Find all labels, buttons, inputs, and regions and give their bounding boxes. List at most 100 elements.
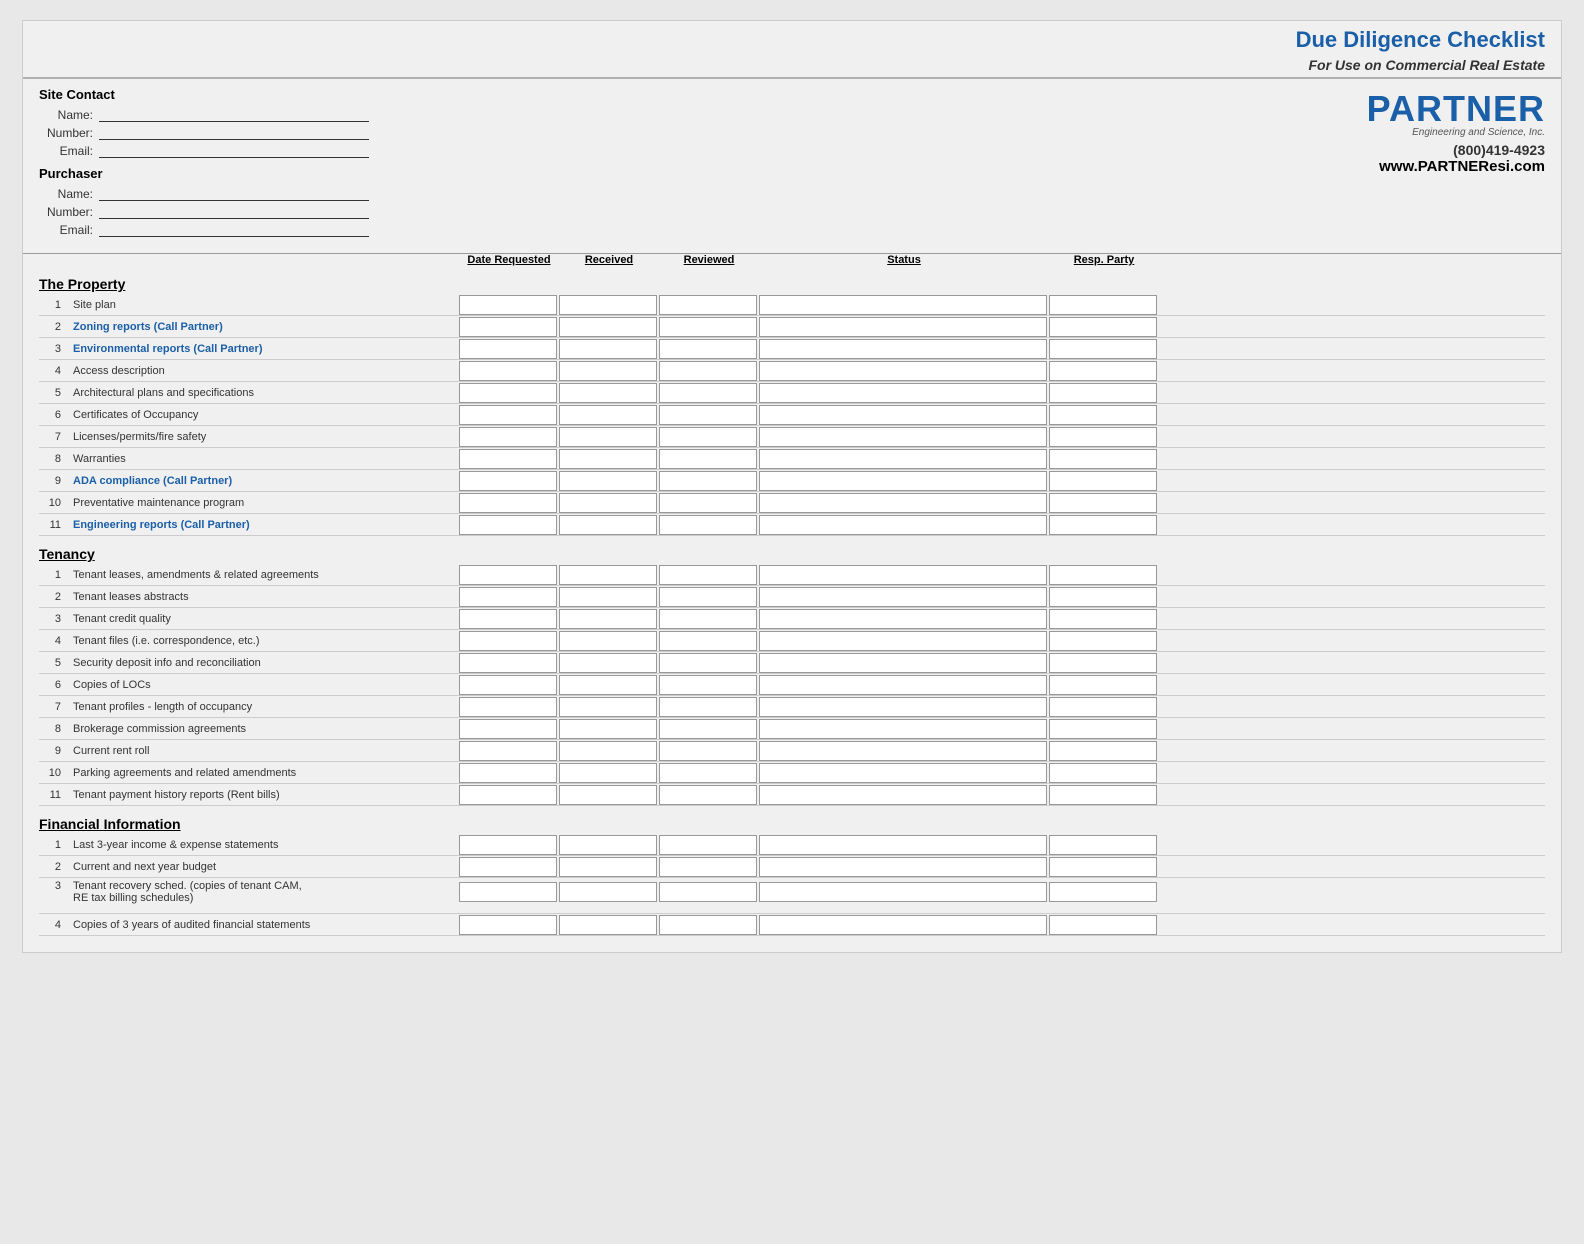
cell-status[interactable] xyxy=(759,427,1047,447)
cell-received[interactable] xyxy=(559,471,657,491)
cell-reviewed[interactable] xyxy=(659,587,757,607)
cell-resp-party[interactable] xyxy=(1049,361,1157,381)
cell-received[interactable] xyxy=(559,295,657,315)
cell-received[interactable] xyxy=(559,609,657,629)
cell-received[interactable] xyxy=(559,493,657,513)
site-name-input[interactable] xyxy=(99,106,369,122)
cell-status[interactable] xyxy=(759,383,1047,403)
cell-date-requested[interactable] xyxy=(459,515,557,535)
cell-reviewed[interactable] xyxy=(659,515,757,535)
cell-reviewed[interactable] xyxy=(659,317,757,337)
cell-reviewed[interactable] xyxy=(659,609,757,629)
cell-received[interactable] xyxy=(559,339,657,359)
cell-date-requested[interactable] xyxy=(459,857,557,877)
cell-resp-party[interactable] xyxy=(1049,719,1157,739)
cell-reviewed[interactable] xyxy=(659,427,757,447)
cell-reviewed[interactable] xyxy=(659,653,757,673)
cell-date-requested[interactable] xyxy=(459,609,557,629)
cell-resp-party[interactable] xyxy=(1049,915,1157,935)
cell-received[interactable] xyxy=(559,361,657,381)
cell-received[interactable] xyxy=(559,427,657,447)
cell-received[interactable] xyxy=(559,763,657,783)
cell-status[interactable] xyxy=(759,653,1047,673)
cell-status[interactable] xyxy=(759,295,1047,315)
cell-status[interactable] xyxy=(759,835,1047,855)
cell-resp-party[interactable] xyxy=(1049,471,1157,491)
cell-received[interactable] xyxy=(559,857,657,877)
cell-date-requested[interactable] xyxy=(459,295,557,315)
cell-status[interactable] xyxy=(759,471,1047,491)
cell-resp-party[interactable] xyxy=(1049,631,1157,651)
cell-status[interactable] xyxy=(759,857,1047,877)
cell-received[interactable] xyxy=(559,882,657,902)
cell-status[interactable] xyxy=(759,719,1047,739)
cell-received[interactable] xyxy=(559,785,657,805)
cell-received[interactable] xyxy=(559,835,657,855)
cell-resp-party[interactable] xyxy=(1049,339,1157,359)
cell-date-requested[interactable] xyxy=(459,493,557,513)
cell-status[interactable] xyxy=(759,697,1047,717)
cell-reviewed[interactable] xyxy=(659,915,757,935)
cell-received[interactable] xyxy=(559,915,657,935)
cell-status[interactable] xyxy=(759,339,1047,359)
cell-received[interactable] xyxy=(559,449,657,469)
cell-resp-party[interactable] xyxy=(1049,427,1157,447)
cell-date-requested[interactable] xyxy=(459,741,557,761)
cell-date-requested[interactable] xyxy=(459,565,557,585)
cell-date-requested[interactable] xyxy=(459,383,557,403)
cell-received[interactable] xyxy=(559,719,657,739)
cell-reviewed[interactable] xyxy=(659,882,757,902)
cell-date-requested[interactable] xyxy=(459,719,557,739)
cell-resp-party[interactable] xyxy=(1049,609,1157,629)
cell-status[interactable] xyxy=(759,609,1047,629)
cell-resp-party[interactable] xyxy=(1049,493,1157,513)
cell-date-requested[interactable] xyxy=(459,587,557,607)
cell-reviewed[interactable] xyxy=(659,697,757,717)
cell-reviewed[interactable] xyxy=(659,675,757,695)
purchaser-number-input[interactable] xyxy=(99,203,369,219)
cell-resp-party[interactable] xyxy=(1049,785,1157,805)
cell-status[interactable] xyxy=(759,361,1047,381)
cell-reviewed[interactable] xyxy=(659,361,757,381)
cell-received[interactable] xyxy=(559,675,657,695)
cell-status[interactable] xyxy=(759,587,1047,607)
cell-date-requested[interactable] xyxy=(459,785,557,805)
cell-reviewed[interactable] xyxy=(659,835,757,855)
cell-received[interactable] xyxy=(559,631,657,651)
cell-resp-party[interactable] xyxy=(1049,857,1157,877)
cell-date-requested[interactable] xyxy=(459,675,557,695)
cell-resp-party[interactable] xyxy=(1049,653,1157,673)
cell-date-requested[interactable] xyxy=(459,471,557,491)
cell-reviewed[interactable] xyxy=(659,339,757,359)
cell-status[interactable] xyxy=(759,493,1047,513)
cell-received[interactable] xyxy=(559,697,657,717)
cell-date-requested[interactable] xyxy=(459,405,557,425)
cell-date-requested[interactable] xyxy=(459,361,557,381)
cell-status[interactable] xyxy=(759,741,1047,761)
cell-date-requested[interactable] xyxy=(459,915,557,935)
cell-date-requested[interactable] xyxy=(459,697,557,717)
cell-date-requested[interactable] xyxy=(459,631,557,651)
cell-reviewed[interactable] xyxy=(659,471,757,491)
site-number-input[interactable] xyxy=(99,124,369,140)
cell-received[interactable] xyxy=(559,515,657,535)
cell-date-requested[interactable] xyxy=(459,653,557,673)
cell-reviewed[interactable] xyxy=(659,405,757,425)
cell-reviewed[interactable] xyxy=(659,295,757,315)
cell-reviewed[interactable] xyxy=(659,449,757,469)
cell-resp-party[interactable] xyxy=(1049,697,1157,717)
cell-resp-party[interactable] xyxy=(1049,449,1157,469)
cell-resp-party[interactable] xyxy=(1049,515,1157,535)
cell-reviewed[interactable] xyxy=(659,785,757,805)
cell-status[interactable] xyxy=(759,675,1047,695)
cell-resp-party[interactable] xyxy=(1049,295,1157,315)
cell-status[interactable] xyxy=(759,631,1047,651)
cell-status[interactable] xyxy=(759,449,1047,469)
cell-date-requested[interactable] xyxy=(459,317,557,337)
cell-reviewed[interactable] xyxy=(659,719,757,739)
cell-received[interactable] xyxy=(559,587,657,607)
cell-date-requested[interactable] xyxy=(459,763,557,783)
cell-received[interactable] xyxy=(559,565,657,585)
cell-date-requested[interactable] xyxy=(459,427,557,447)
cell-reviewed[interactable] xyxy=(659,631,757,651)
